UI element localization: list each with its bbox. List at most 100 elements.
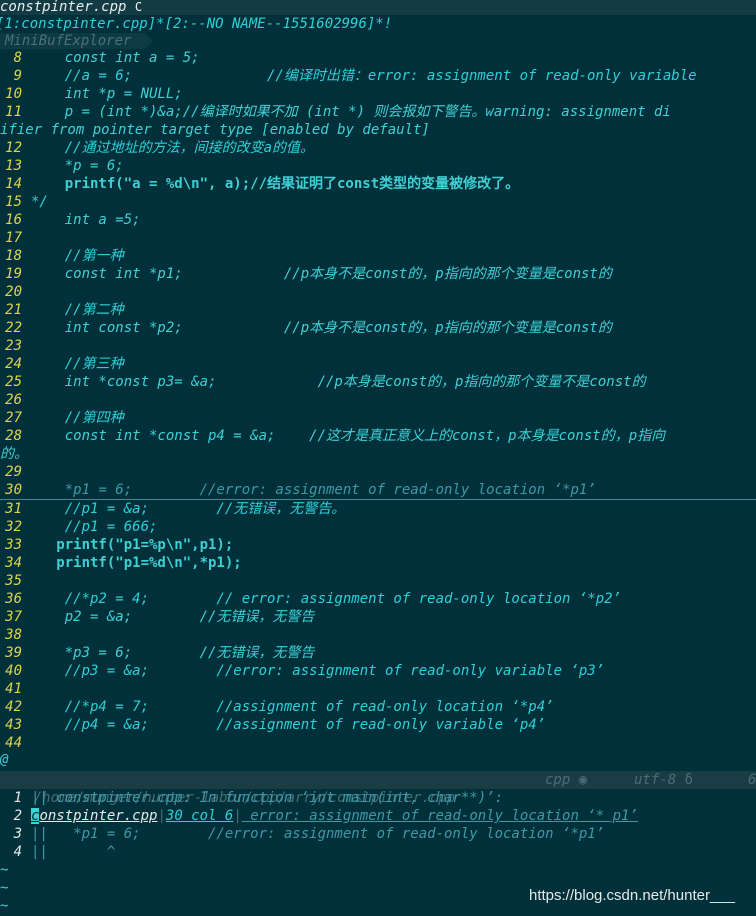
quickfix-row[interactable]: 4 || ^ bbox=[0, 843, 756, 861]
code-line[interactable]: 33 printf("p1=%p\n",p1); bbox=[0, 536, 756, 554]
code-editor[interactable]: 8 const int a = 5; 9 //a = 6; //编译时出错：err… bbox=[0, 49, 756, 752]
code-line[interactable]: 40 //p3 = &a; //error: assignment of rea… bbox=[0, 662, 756, 680]
quickfix-row[interactable]: 3 || *p1 = 6; //error: assignment of read… bbox=[0, 825, 756, 843]
code-text: //p1 = 666; bbox=[31, 519, 158, 535]
line-number: 15 bbox=[5, 194, 22, 210]
line-number: 21 bbox=[5, 302, 22, 318]
quickfix-window[interactable]: 1 || constpinter.cpp: In function ‘int ma… bbox=[0, 789, 756, 861]
status-trailing: 6 bbox=[748, 772, 756, 788]
code-line[interactable]: 15 */ bbox=[0, 193, 756, 211]
code-line[interactable]: 12 //通过地址的方法，间接的改变a的值。 bbox=[0, 139, 756, 157]
code-text: //p4 = &a; //assignment of read-only var… bbox=[31, 717, 546, 733]
code-line[interactable]: 22 int const *p2; //p本身不是const的，p指向的那个变量… bbox=[0, 319, 756, 337]
code-line[interactable]: 37 p2 = &a; //无错误，无警告 bbox=[0, 608, 756, 626]
code-text: *p1 = 6; //error: assignment of read-onl… bbox=[31, 482, 596, 498]
code-line[interactable]: 31 //p1 = &a; //无错误，无警告。 bbox=[0, 500, 756, 518]
line-number: 36 bbox=[5, 591, 22, 607]
code-text: //通过地址的方法，间接的改变a的值。 bbox=[31, 140, 314, 156]
quickfix-message: error: assignment of read-only location … bbox=[241, 808, 638, 824]
code-line[interactable]: 28 const int *const p4 = &a; //这才是真正意义上的… bbox=[0, 427, 756, 445]
line-number: 33 bbox=[5, 537, 22, 553]
quickfix-message: || *p1 = 6; //error: assignment of read-… bbox=[31, 826, 605, 842]
code-text: const int a = 5; bbox=[31, 50, 200, 66]
code-line[interactable]: 11 p = (int *)&a;//编译时如果不加 (int *) 则会报如下… bbox=[0, 103, 756, 121]
code-line[interactable]: 17 bbox=[0, 229, 756, 247]
code-text: printf("a = %d\n", a);//结果证明了const类型的变量被… bbox=[31, 176, 520, 192]
line-number: 23 bbox=[5, 338, 22, 354]
code-text: //p3 = &a; //error: assignment of read-o… bbox=[31, 663, 605, 679]
quickfix-row[interactable]: 2 constpinter.cpp|30 col 6| error: assign… bbox=[0, 807, 756, 825]
buffer-item-1[interactable]: [1:constpinter.cpp]* bbox=[0, 16, 165, 32]
code-text: //第一种 bbox=[31, 248, 124, 264]
code-line[interactable]: 25 int *const p3= &a; //p本身是const的，p指向的那… bbox=[0, 373, 756, 391]
code-line[interactable]: 10 int *p = NULL; bbox=[0, 85, 756, 103]
cpp-file-icon: C bbox=[134, 0, 143, 14]
tab-bar: constpinter.cpp C bbox=[0, 0, 756, 15]
quickfix-line-number: 2 bbox=[13, 808, 22, 824]
line-number: 27 bbox=[5, 410, 22, 426]
line-number: 17 bbox=[5, 230, 22, 246]
line-number: 25 bbox=[5, 374, 22, 390]
line-number: 19 bbox=[5, 266, 22, 282]
code-line[interactable]: 18 //第一种 bbox=[0, 247, 756, 265]
code-text: //*p2 = 4; // error: assignment of read-… bbox=[31, 591, 622, 607]
quickfix-message: || constpinter.cpp: In function ‘int mai… bbox=[31, 790, 504, 806]
line-number: 22 bbox=[5, 320, 22, 336]
code-line[interactable]: 16 int a =5; bbox=[0, 211, 756, 229]
line-number: 29 bbox=[5, 464, 22, 480]
code-text: int *const p3= &a; //p本身是const的，p指向的那个变量… bbox=[31, 374, 646, 390]
code-line[interactable]: 41 bbox=[0, 680, 756, 698]
minibufexplorer-label: MiniBufExplorer bbox=[0, 33, 153, 49]
watermark: https://blog.csdn.net/hunter___ bbox=[529, 887, 735, 904]
code-line[interactable]: 42 //*p4 = 7; //assignment of read-only … bbox=[0, 698, 756, 716]
code-line[interactable]: 23 bbox=[0, 337, 756, 355]
line-number: 41 bbox=[5, 681, 22, 697]
code-text: //a = 6; //编译时出错：error: assignment of re… bbox=[31, 68, 697, 84]
line-number: 11 bbox=[5, 104, 22, 120]
code-line[interactable]: 26 bbox=[0, 391, 756, 409]
line-number: 12 bbox=[5, 140, 22, 156]
quickfix-file-link[interactable]: constpinter.cpp bbox=[31, 808, 157, 824]
buffer-item-2[interactable]: [2:--NO NAME--1551602996]*! bbox=[165, 16, 393, 32]
tab-filename: constpinter.cpp bbox=[0, 0, 127, 15]
code-line[interactable]: 30 *p1 = 6; //error: assignment of read-… bbox=[0, 481, 756, 500]
code-line[interactable]: 39 *p3 = 6; //无错误，无警告 bbox=[0, 644, 756, 662]
code-line[interactable]: 38 bbox=[0, 626, 756, 644]
code-line[interactable]: 36 //*p2 = 4; // error: assignment of re… bbox=[0, 590, 756, 608]
code-text: *p = 6; bbox=[31, 158, 124, 174]
buffer-list: [1:constpinter.cpp]*[2:--NO NAME--155160… bbox=[0, 15, 756, 33]
code-line[interactable]: 32 //p1 = 666; bbox=[0, 518, 756, 536]
line-number: 44 bbox=[5, 735, 22, 751]
code-line[interactable]: ifier from pointer target type [enabled … bbox=[0, 121, 756, 139]
code-line[interactable]: 9 //a = 6; //编译时出错：error: assignment of … bbox=[0, 67, 756, 85]
tab-separator-arrow bbox=[150, 0, 160, 14]
code-line[interactable]: 13 *p = 6; bbox=[0, 157, 756, 175]
line-number: 43 bbox=[5, 717, 22, 733]
code-line[interactable]: 14 printf("a = %d\n", a);//结果证明了const类型的… bbox=[0, 175, 756, 193]
code-line[interactable]: 44 bbox=[0, 734, 756, 752]
cpp-icon: ◉ bbox=[578, 772, 588, 788]
line-number: 39 bbox=[5, 645, 22, 661]
code-line[interactable]: 的。 bbox=[0, 445, 756, 463]
code-line[interactable]: 21 //第二种 bbox=[0, 301, 756, 319]
code-line[interactable]: 20 bbox=[0, 283, 756, 301]
code-text: p = (int *)&a;//编译时如果不加 (int *) 则会报如下警告。… bbox=[31, 104, 671, 120]
code-line[interactable]: 43 //p4 = &a; //assignment of read-only … bbox=[0, 716, 756, 734]
code-line[interactable]: 24 //第三种 bbox=[0, 355, 756, 373]
code-line[interactable]: 35 bbox=[0, 572, 756, 590]
code-text: */ bbox=[31, 194, 48, 210]
linux-icon: δ bbox=[684, 772, 694, 788]
at-marker: @ bbox=[0, 752, 9, 768]
code-line[interactable]: 19 const int *p1; //p本身不是const的，p指向的那个变量… bbox=[0, 265, 756, 283]
quickfix-row[interactable]: 1 || constpinter.cpp: In function ‘int ma… bbox=[0, 789, 756, 807]
encoding-indicator: utf-8 δ bbox=[634, 772, 694, 788]
code-line[interactable]: 8 const int a = 5; bbox=[0, 49, 756, 67]
active-tab[interactable]: constpinter.cpp C bbox=[0, 0, 756, 15]
line-number: 16 bbox=[5, 212, 22, 228]
filetype-indicator: cpp ◉ bbox=[545, 772, 588, 788]
code-line[interactable]: 27 //第四种 bbox=[0, 409, 756, 427]
code-line[interactable]: 34 printf("p1=%d\n",*p1); bbox=[0, 554, 756, 572]
code-line[interactable]: 29 bbox=[0, 463, 756, 481]
code-text: p2 = &a; //无错误，无警告 bbox=[31, 609, 315, 625]
line-number: 42 bbox=[5, 699, 22, 715]
